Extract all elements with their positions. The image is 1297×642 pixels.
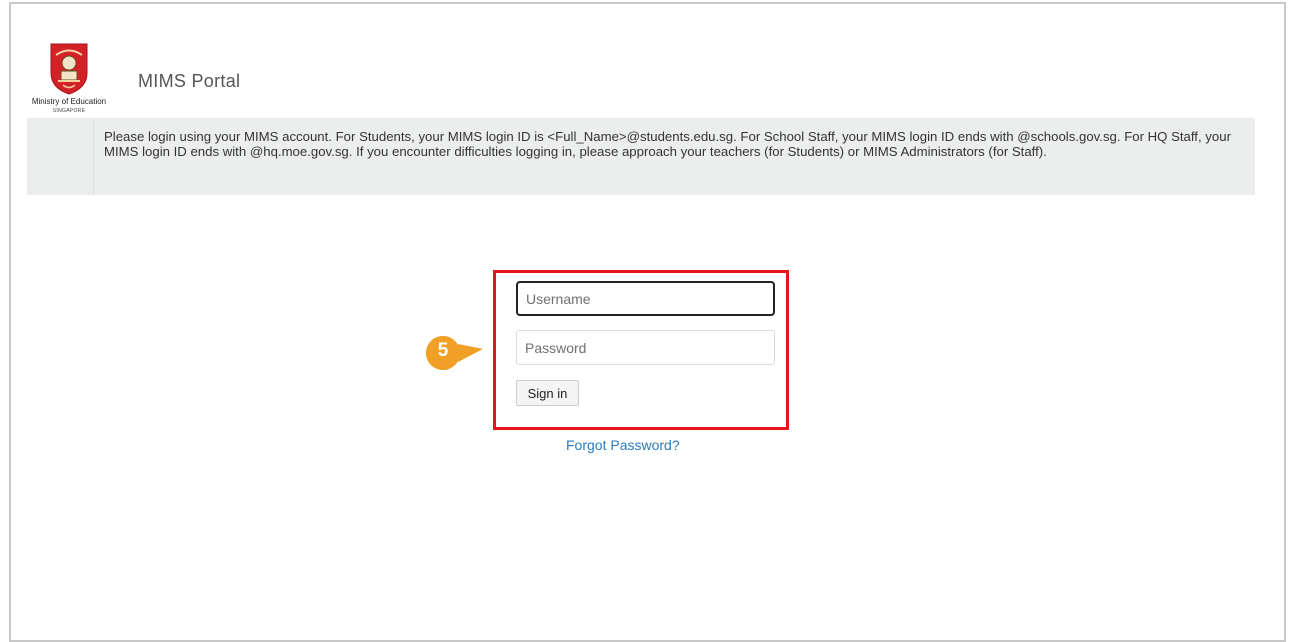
logo-ministry-text: Ministry of Education xyxy=(31,97,107,106)
moe-crest-icon xyxy=(50,43,88,95)
logo-country-text: SINGAPORE xyxy=(52,108,86,114)
page-title: MIMS Portal xyxy=(138,71,241,91)
notice-text: Please login using your MIMS account. Fo… xyxy=(104,129,1231,159)
step-marker: 5 xyxy=(425,335,485,371)
sign-in-button[interactable]: Sign in xyxy=(516,380,579,406)
password-input[interactable] xyxy=(516,330,775,365)
username-input[interactable] xyxy=(516,281,775,316)
forgot-password-link[interactable]: Forgot Password? xyxy=(566,437,680,453)
notice-gutter xyxy=(27,118,94,195)
login-notice: Please login using your MIMS account. Fo… xyxy=(27,118,1255,195)
step-number: 5 xyxy=(437,340,449,361)
moe-logo: Ministry of Education SINGAPORE xyxy=(19,40,119,118)
